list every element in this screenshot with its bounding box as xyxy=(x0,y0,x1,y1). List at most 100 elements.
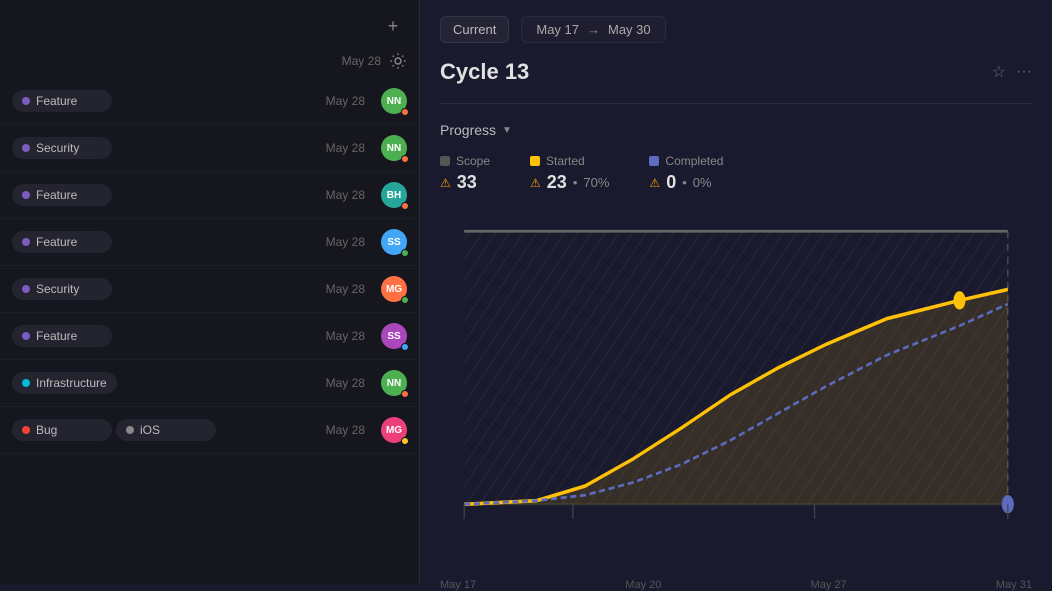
tag-label: Security xyxy=(36,282,79,296)
item-date: May 28 xyxy=(326,282,365,296)
left-panel: + May 28 Feature May 28 NN S xyxy=(0,0,420,584)
avatar-badge xyxy=(401,108,409,116)
x-label-may17: May 17 xyxy=(440,579,476,591)
avatar-badge xyxy=(401,202,409,210)
sun-icon xyxy=(389,52,407,70)
tag-dot xyxy=(22,144,30,152)
avatar: SS xyxy=(381,323,407,349)
completed-label: Completed xyxy=(665,154,723,168)
warning-icon: ⚠ xyxy=(530,176,541,190)
started-stat: Started ⚠ 23 • 70% xyxy=(530,154,609,193)
tag-label: Bug xyxy=(36,423,57,437)
cycle-actions: ☆ ··· xyxy=(992,62,1032,82)
security-tag: Security xyxy=(12,278,112,300)
stat-header: Started xyxy=(530,154,609,168)
item-date: May 28 xyxy=(326,235,365,249)
scope-color-box xyxy=(440,156,450,166)
tag-label: Feature xyxy=(36,329,77,343)
scope-label: Scope xyxy=(456,154,490,168)
x-label-may27: May 27 xyxy=(811,579,847,591)
cycle-header: Current May 17 → May 30 xyxy=(440,16,1032,43)
date-end: May 30 xyxy=(608,22,651,37)
item-date: May 28 xyxy=(326,329,365,343)
top-bar: + xyxy=(0,8,419,48)
date-row: May 28 xyxy=(0,48,419,78)
progress-chart xyxy=(440,213,1032,568)
started-color-box xyxy=(530,156,540,166)
security-tag: Security xyxy=(12,137,112,159)
started-pct: • xyxy=(573,175,578,190)
feature-tag: Feature xyxy=(12,90,112,112)
warning-icon: ⚠ xyxy=(649,176,660,190)
header-date: May 28 xyxy=(342,54,381,68)
list-item[interactable]: Feature May 28 NN xyxy=(0,78,419,125)
list-item[interactable]: Security May 28 MG xyxy=(0,266,419,313)
tag-pair: Bug iOS xyxy=(12,419,216,441)
avatar-badge xyxy=(401,390,409,398)
item-date: May 28 xyxy=(326,141,365,155)
x-label-may20: May 20 xyxy=(625,579,661,591)
x-axis-labels: May 17 May 20 May 27 May 31 xyxy=(440,573,1032,591)
avatar: SS xyxy=(381,229,407,255)
item-date: May 28 xyxy=(326,188,365,202)
tag-dot xyxy=(126,426,134,434)
stats-row: Scope ⚠ 33 Started ⚠ 23 • 70% xyxy=(440,154,1032,193)
x-label-may31: May 31 xyxy=(996,579,1032,591)
feature-tag: Feature xyxy=(12,231,112,253)
stat-header: Scope xyxy=(440,154,490,168)
cycle-title-row: Cycle 13 ☆ ··· xyxy=(440,59,1032,85)
tag-dot xyxy=(22,426,30,434)
tag-dot xyxy=(22,332,30,340)
divider xyxy=(440,103,1032,104)
list-item[interactable]: Feature May 28 SS xyxy=(0,313,419,360)
avatar-badge xyxy=(401,343,409,351)
item-date: May 28 xyxy=(326,423,365,437)
completed-pct-value: 0% xyxy=(693,175,712,190)
avatar: NN xyxy=(381,88,407,114)
chart-container: May 17 May 20 May 27 May 31 xyxy=(440,213,1032,568)
completed-number: 0 xyxy=(666,172,676,193)
more-icon[interactable]: ··· xyxy=(1016,63,1032,81)
infrastructure-tag: Infrastructure xyxy=(12,372,117,394)
date-start: May 17 xyxy=(536,22,579,37)
current-badge: Current xyxy=(440,16,509,43)
scope-stat: Scope ⚠ 33 xyxy=(440,154,490,193)
list-item[interactable]: Feature May 28 SS xyxy=(0,219,419,266)
avatar: MG xyxy=(381,417,407,443)
completed-pct: • xyxy=(682,175,687,190)
tag-dot xyxy=(22,191,30,199)
scope-number: 33 xyxy=(457,172,477,193)
avatar: NN xyxy=(381,135,407,161)
item-date: May 28 xyxy=(326,94,365,108)
ios-tag: iOS xyxy=(116,419,216,441)
tag-dot xyxy=(22,97,30,105)
list-item[interactable]: Security May 28 NN xyxy=(0,125,419,172)
tag-dot xyxy=(22,379,30,387)
progress-label: Progress xyxy=(440,122,496,138)
completed-color-box xyxy=(649,156,659,166)
warning-icon: ⚠ xyxy=(440,176,451,190)
star-icon[interactable]: ☆ xyxy=(992,62,1006,82)
tag-label: Feature xyxy=(36,235,77,249)
started-pct-value: 70% xyxy=(583,175,609,190)
chevron-down-icon[interactable]: ▼ xyxy=(502,125,512,136)
avatar: MG xyxy=(381,276,407,302)
list-item[interactable]: Infrastructure May 28 NN xyxy=(0,360,419,407)
list-item[interactable]: Bug iOS May 28 MG xyxy=(0,407,419,454)
avatar-badge xyxy=(401,155,409,163)
right-panel: Current May 17 → May 30 Cycle 13 ☆ ··· P… xyxy=(420,0,1052,584)
stat-value-row: ⚠ 23 • 70% xyxy=(530,172,609,193)
list-item[interactable]: Feature May 28 BH xyxy=(0,172,419,219)
avatar: NN xyxy=(381,370,407,396)
tag-dot xyxy=(22,238,30,246)
cycle-title: Cycle 13 xyxy=(440,59,529,85)
feature-tag: Feature xyxy=(12,325,112,347)
avatar-badge xyxy=(401,437,409,445)
avatar: BH xyxy=(381,182,407,208)
feature-tag: Feature xyxy=(12,184,112,206)
add-button[interactable]: + xyxy=(379,12,407,40)
avatar-badge xyxy=(401,249,409,257)
tag-label: iOS xyxy=(140,423,160,437)
tag-label: Feature xyxy=(36,188,77,202)
stat-header: Completed xyxy=(649,154,723,168)
